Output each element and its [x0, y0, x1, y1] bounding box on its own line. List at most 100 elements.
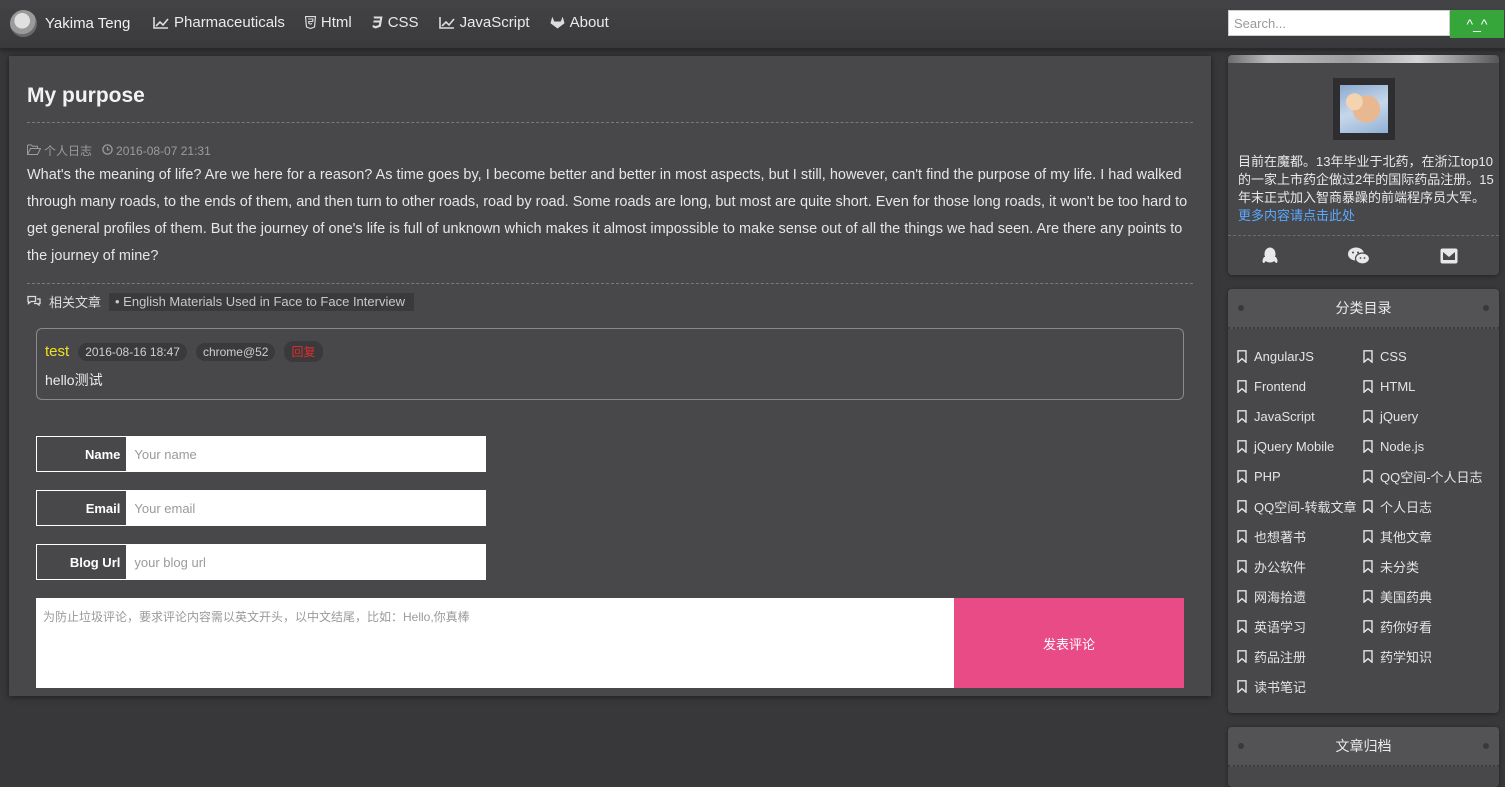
reply-button[interactable]: 回复 — [284, 341, 323, 362]
article-meta: 个人日志 2016-08-07 21:31 — [27, 142, 211, 159]
name-field-row: Name — [36, 436, 486, 472]
category-item[interactable]: 其他文章 — [1363, 527, 1495, 545]
category-label: 英语学习 — [1254, 619, 1307, 635]
bookmark-icon — [1237, 619, 1247, 633]
related-link[interactable]: • English Materials Used in Face to Face… — [109, 292, 414, 311]
category-item[interactable]: 个人日志 — [1363, 497, 1495, 515]
category-label: 药你好看 — [1380, 619, 1433, 635]
email-input[interactable] — [127, 490, 486, 526]
bookmark-icon — [1363, 409, 1373, 423]
bookmark-icon — [1363, 439, 1373, 453]
categories-panel: 分类目录 AngularJS CSS Frontend HTML JavaScript j… — [1228, 289, 1499, 713]
nav-item-css[interactable]: CSS — [372, 14, 419, 31]
blog-url-input[interactable] — [127, 544, 486, 580]
category-item[interactable]: jQuery Mobile — [1237, 437, 1363, 455]
article-category[interactable]: 个人日志 — [44, 142, 92, 159]
avatar-image — [1340, 85, 1388, 133]
comment-author[interactable]: test — [45, 343, 69, 360]
nav-label: CSS — [387, 14, 419, 31]
bookmark-icon — [1363, 649, 1373, 663]
category-label: AngularJS — [1254, 348, 1314, 364]
nav-item-about[interactable]: About — [550, 14, 609, 31]
name-label: Name — [36, 436, 128, 472]
bio-more-link[interactable]: 更多内容请点击此处 — [1238, 208, 1355, 223]
category-item[interactable]: QQ空间-个人日志 — [1363, 467, 1495, 485]
category-item[interactable]: Node.js — [1363, 437, 1495, 455]
bookmark-icon — [1237, 499, 1247, 513]
comment-textarea[interactable] — [36, 598, 954, 688]
bookmark-icon — [1237, 679, 1247, 693]
category-item[interactable]: 英语学习 — [1237, 617, 1363, 635]
decor-dot — [1483, 305, 1489, 311]
category-item[interactable]: 药学知识 — [1363, 647, 1495, 665]
bookmark-icon — [1363, 529, 1373, 543]
blog-url-label: Blog Url — [36, 544, 128, 580]
category-label: 药品注册 — [1254, 649, 1307, 665]
archive-panel: 文章归档 — [1228, 727, 1499, 787]
category-label: QQ空间-个人日志 — [1380, 469, 1483, 485]
category-item[interactable]: 办公软件 — [1237, 557, 1363, 575]
article-body: What's the meaning of life? Are we here … — [27, 167, 1188, 264]
category-item[interactable]: QQ空间-转载文章 — [1237, 497, 1363, 515]
name-input[interactable] — [127, 436, 486, 472]
search-form: ^_^ — [1228, 10, 1504, 38]
category-item[interactable]: HTML — [1363, 377, 1495, 395]
category-label: 其他文章 — [1380, 529, 1433, 545]
bookmark-icon — [1363, 619, 1373, 633]
archive-title: 文章归档 — [1335, 738, 1392, 754]
bookmark-icon — [1237, 469, 1247, 483]
avatar — [1333, 78, 1395, 140]
category-item[interactable]: 药你好看 — [1363, 617, 1495, 635]
divider — [27, 283, 1193, 284]
nav-label: Pharmaceuticals — [174, 14, 285, 31]
bookmark-icon — [1363, 349, 1373, 363]
mail-icon[interactable] — [1437, 247, 1461, 265]
category-item[interactable]: jQuery — [1363, 407, 1495, 425]
category-item[interactable]: 网海拾遗 — [1237, 587, 1363, 605]
category-item[interactable]: JavaScript — [1237, 407, 1363, 425]
bookmark-icon — [1363, 589, 1373, 603]
nav-item-html[interactable]: Html — [304, 14, 352, 31]
bookmark-icon — [1363, 499, 1373, 513]
article-date: 2016-08-07 21:31 — [116, 143, 211, 158]
search-button[interactable]: ^_^ — [1450, 10, 1504, 38]
decor-dot — [1238, 743, 1244, 749]
bookmark-icon — [1363, 379, 1373, 393]
category-item[interactable]: 未分类 — [1363, 557, 1495, 575]
decor-dot — [1238, 305, 1244, 311]
category-item[interactable]: 也想著书 — [1237, 527, 1363, 545]
category-item[interactable]: 药品注册 — [1237, 647, 1363, 665]
article-title[interactable]: My purpose — [27, 84, 145, 108]
category-item[interactable]: Frontend — [1237, 377, 1363, 395]
nav-item-javascript[interactable]: JavaScript — [438, 14, 530, 31]
bookmark-icon — [1237, 409, 1247, 423]
category-item[interactable]: CSS — [1363, 347, 1495, 365]
folder-open-icon — [27, 144, 42, 158]
category-item[interactable]: 读书笔记 — [1237, 677, 1363, 695]
bookmark-icon — [1363, 469, 1373, 483]
archive-header: 文章归档 — [1228, 727, 1499, 767]
nav-menu: Pharmaceuticals Html CSS JavaScript Abou… — [153, 14, 629, 31]
submit-comment-button[interactable]: 发表评论 — [954, 598, 1184, 688]
related-articles: 相关文章 • English Materials Used in Face to… — [27, 292, 414, 311]
wechat-icon[interactable] — [1347, 247, 1371, 265]
category-label: 也想著书 — [1254, 529, 1307, 545]
gitlab-icon — [550, 16, 565, 29]
qq-icon[interactable] — [1258, 247, 1282, 265]
brand-link[interactable]: Yakima Teng — [10, 10, 130, 37]
category-item[interactable]: 美国药典 — [1363, 587, 1495, 605]
blog-url-field-row: Blog Url — [36, 544, 486, 580]
comment-item: test 2016-08-16 18:47 chrome@52 回复 hello… — [36, 328, 1184, 400]
category-label: 未分类 — [1380, 559, 1420, 575]
nav-item-pharmaceuticals[interactable]: Pharmaceuticals — [153, 14, 285, 31]
bookmark-icon — [1237, 559, 1247, 573]
top-navbar: Yakima Teng Pharmaceuticals Html CSS Jav… — [0, 0, 1505, 49]
categories-list: AngularJS CSS Frontend HTML JavaScript jQuery… — [1237, 347, 1495, 695]
brand-name: Yakima Teng — [45, 15, 131, 32]
decor-dot — [1483, 743, 1489, 749]
comment-browser: chrome@52 — [195, 342, 276, 361]
bookmark-icon — [1237, 589, 1247, 603]
search-input[interactable] — [1228, 10, 1450, 36]
category-item[interactable]: PHP — [1237, 467, 1363, 485]
category-item[interactable]: AngularJS — [1237, 347, 1363, 365]
